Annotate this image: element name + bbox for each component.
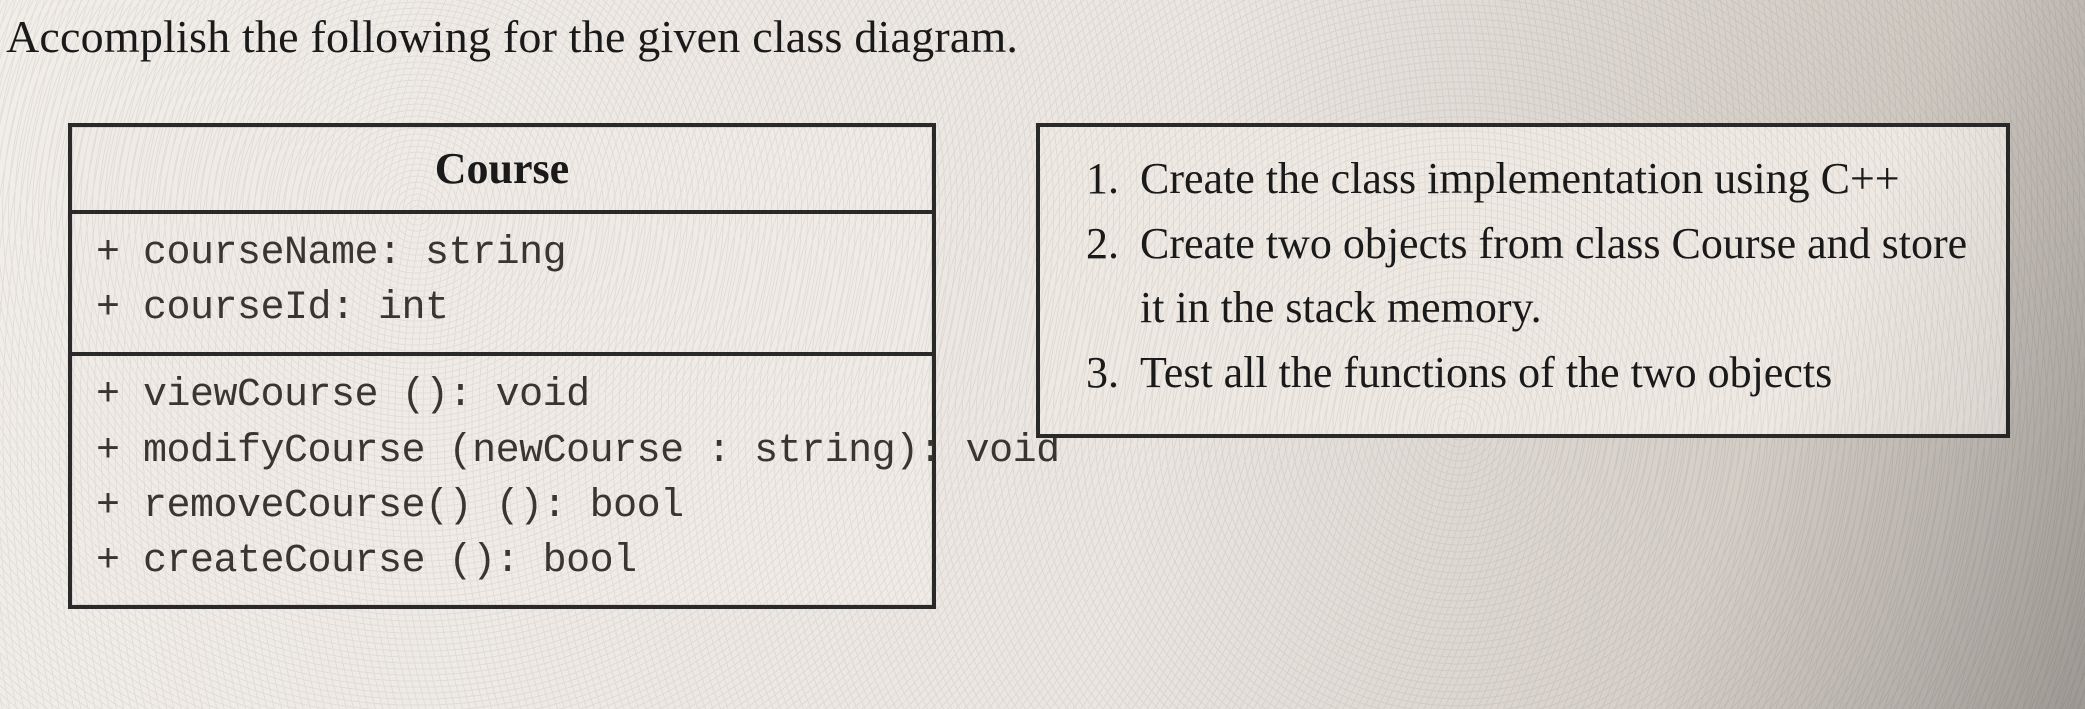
- uml-method: + removeCourse() (): bool: [96, 479, 908, 534]
- page-heading: Accomplish the following for the given c…: [6, 10, 2065, 63]
- uml-method: + viewCourse (): void: [96, 368, 908, 423]
- content-columns: Course + courseName: string + courseId: …: [6, 123, 2065, 609]
- task-item: Create the class implementation using C+…: [1130, 147, 1976, 210]
- uml-method: + createCourse (): bool: [96, 534, 908, 589]
- uml-attribute: + courseId: int: [96, 281, 908, 336]
- uml-method: + modifyCourse (newCourse : string): voi…: [96, 424, 908, 479]
- uml-attributes: + courseName: string + courseId: int: [72, 210, 932, 352]
- uml-class-box: Course + courseName: string + courseId: …: [68, 123, 936, 609]
- uml-class-name: Course: [72, 127, 932, 210]
- page-root: Accomplish the following for the given c…: [0, 0, 2085, 709]
- task-list: Create the class implementation using C+…: [1076, 147, 1976, 404]
- task-item: Create two objects from class Course and…: [1130, 212, 1976, 339]
- task-item: Test all the functions of the two object…: [1130, 341, 1976, 404]
- uml-methods: + viewCourse (): void + modifyCourse (ne…: [72, 352, 932, 605]
- uml-attribute: + courseName: string: [96, 226, 908, 281]
- tasks-box: Create the class implementation using C+…: [1036, 123, 2010, 438]
